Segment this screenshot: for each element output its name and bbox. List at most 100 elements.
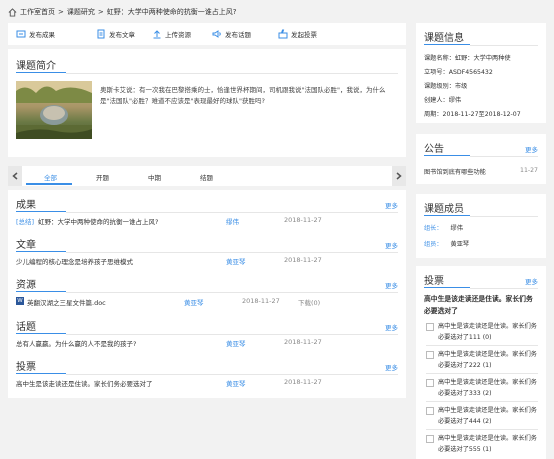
member-name[interactable]: 缪伟 (451, 225, 463, 232)
info-field-project-no: 立项号：ASDF4565432 (424, 69, 493, 76)
info-field-creator: 创建人：缪伟 (424, 97, 462, 104)
breadcrumb-research[interactable]: 课题研究 (67, 7, 95, 17)
table-row[interactable]: 总有人赢赢。为什么赢的人不是我的孩子? 黄亚琴 2018-11-27 (16, 338, 398, 350)
tab-all[interactable]: 全部 (44, 172, 57, 182)
publish-article-button[interactable]: 发布文章 (96, 26, 135, 42)
intro-text: 奥斯卡艾说：有一次我在巴黎搭乘的士，恰逢世界杯期间，司机跟我说"法国队必胜"，我… (100, 86, 386, 105)
publish-result-button[interactable]: 发布成果 (16, 26, 55, 42)
notice-item[interactable]: 图书馆到底有哪些功能 11-27 (424, 167, 538, 176)
title-underline (16, 72, 66, 73)
divider (66, 252, 398, 253)
notice-item-text[interactable]: 图书馆到底有哪些功能 (424, 169, 486, 176)
info-field-period: 周期：2018-11-27至2018-12-07 (424, 111, 521, 118)
member-role: 组员： (424, 241, 443, 248)
table-row[interactable]: W 英翻汉湖之三星文件篇.doc 黄亚琴 2018-11-27 下载(0) (16, 297, 398, 309)
divider (66, 292, 398, 293)
vote-panel-title: 投票 (424, 276, 444, 287)
title-underline (16, 333, 66, 334)
tab-conclusion[interactable]: 结题 (200, 172, 213, 182)
topics-title: 话题 (16, 322, 36, 333)
votes-title: 投票 (16, 362, 36, 373)
intro-image (16, 81, 92, 139)
article-date: 2018-11-27 (284, 256, 322, 264)
publish-result-icon (16, 30, 26, 38)
publish-topic-button[interactable]: 发布话题 (212, 26, 251, 42)
divider (470, 45, 538, 46)
notice-item-date: 11-27 (520, 167, 538, 174)
title-underline (424, 44, 470, 45)
table-row[interactable]: 少儿编程的核心理念是培养孩子思维模式 黄亚琴 2018-11-27 (16, 256, 398, 268)
member-name[interactable]: 黄亚琴 (451, 241, 470, 248)
vote-option-label[interactable]: 高中生是该走读还是住读。家长们务必要选对了555 (1) (438, 433, 538, 455)
resource-title[interactable]: 英翻汉湖之三星文件篇.doc (27, 297, 106, 307)
breadcrumb-home[interactable]: 工作室首页 (20, 7, 55, 17)
members-title: 课题成员 (424, 204, 464, 215)
result-tag: [总结] (16, 218, 35, 226)
topic-title[interactable]: 总有人赢赢。为什么赢的人不是我的孩子? (16, 338, 136, 348)
topics-more-link[interactable]: 更多 (385, 322, 398, 332)
home-icon[interactable] (8, 7, 17, 17)
divider (426, 429, 538, 430)
articles-more-link[interactable]: 更多 (385, 240, 398, 250)
divider (470, 288, 538, 289)
title-underline (424, 155, 470, 156)
chevron-right-icon (396, 172, 402, 180)
vote-option-label[interactable]: 高中生是该走读还是住读。家长们务必要选对了333 (2) (438, 377, 538, 399)
vote-panel-more-link[interactable]: 更多 (525, 276, 538, 286)
results-more-link[interactable]: 更多 (385, 200, 398, 210)
topic-author[interactable]: 黄亚琴 (226, 338, 246, 348)
member-row: 组员： 黄亚琴 (424, 239, 469, 248)
member-role: 组长： (424, 225, 443, 232)
tab-midterm[interactable]: 中期 (148, 172, 161, 182)
divider (470, 216, 538, 217)
upload-resource-button[interactable]: 上传资源 (152, 26, 191, 42)
resources-title: 资源 (16, 280, 36, 291)
intro-title: 课题简介 (16, 61, 56, 72)
resource-date: 2018-11-27 (242, 297, 280, 305)
title-underline (424, 287, 470, 288)
members-card: 课题成员 组长： 缪伟 组员： 黄亚琴 (416, 194, 546, 258)
tab-next-button[interactable] (392, 166, 406, 186)
result-author[interactable]: 缪伟 (226, 216, 239, 226)
vote-icon (278, 29, 288, 39)
votes-more-link[interactable]: 更多 (385, 362, 398, 372)
start-vote-button[interactable]: 发起投票 (278, 26, 317, 42)
vote-option-label[interactable]: 高中生是该走读还是住读。家长们务必要选对了444 (2) (438, 405, 538, 427)
word-doc-icon: W (16, 297, 24, 305)
vote-title[interactable]: 高中生是该走读还是住读。家长们务必要选对了 (16, 378, 153, 388)
breadcrumb-sep: > (58, 8, 64, 16)
tab-active-underline (26, 183, 72, 185)
topic-date: 2018-11-27 (284, 338, 322, 346)
info-title: 课题信息 (424, 33, 464, 44)
divider (66, 334, 398, 335)
vote-panel: 投票 更多 高中生是该走读还是住读。家长们务必要选对了 高中生是该走读还是住读。… (416, 266, 546, 459)
notice-more-link[interactable]: 更多 (525, 144, 538, 154)
article-author[interactable]: 黄亚琴 (226, 256, 246, 266)
title-underline (16, 251, 66, 252)
vote-option-checkbox[interactable] (426, 351, 434, 359)
tab-opening[interactable]: 开题 (96, 172, 109, 182)
vote-question: 高中生是该走读还是住读。家长们务必要选对了 (424, 295, 533, 315)
vote-option-checkbox[interactable] (426, 407, 434, 415)
resource-author[interactable]: 黄亚琴 (184, 297, 204, 307)
result-title[interactable]: 虹野：大学中两种使命的抗衡一谁占上风? (38, 216, 158, 226)
divider (66, 374, 398, 375)
articles-title: 文章 (16, 240, 36, 251)
vote-author[interactable]: 黄亚琴 (226, 378, 246, 388)
breadcrumb-current: 虹野：大学中两种使命的抗衡一谁占上风? (106, 8, 237, 16)
vote-option-checkbox[interactable] (426, 379, 434, 387)
article-title[interactable]: 少儿编程的核心理念是培养孩子思维模式 (16, 256, 133, 266)
table-row[interactable]: [总结] 虹野：大学中两种使命的抗衡一谁占上风? 缪伟 2018-11-27 (16, 216, 398, 228)
resource-download-link[interactable]: 下载(0) (298, 297, 320, 307)
results-title: 成果 (16, 200, 36, 211)
result-date: 2018-11-27 (284, 216, 322, 224)
resources-more-link[interactable]: 更多 (385, 280, 398, 290)
divider (426, 373, 538, 374)
vote-option-checkbox[interactable] (426, 435, 434, 443)
vote-option-label[interactable]: 高中生是该走读还是住读。家长们务必要选对了111 (0) (438, 321, 538, 343)
tab-prev-button[interactable] (8, 166, 22, 186)
table-row[interactable]: 高中生是该走读还是住读。家长们务必要选对了 黄亚琴 2018-11-27 (16, 378, 398, 390)
vote-option-label[interactable]: 高中生是该走读还是住读。家长们务必要选对了222 (1) (438, 349, 538, 371)
info-field-level: 课题级别：市级 (424, 83, 468, 90)
vote-option-checkbox[interactable] (426, 323, 434, 331)
